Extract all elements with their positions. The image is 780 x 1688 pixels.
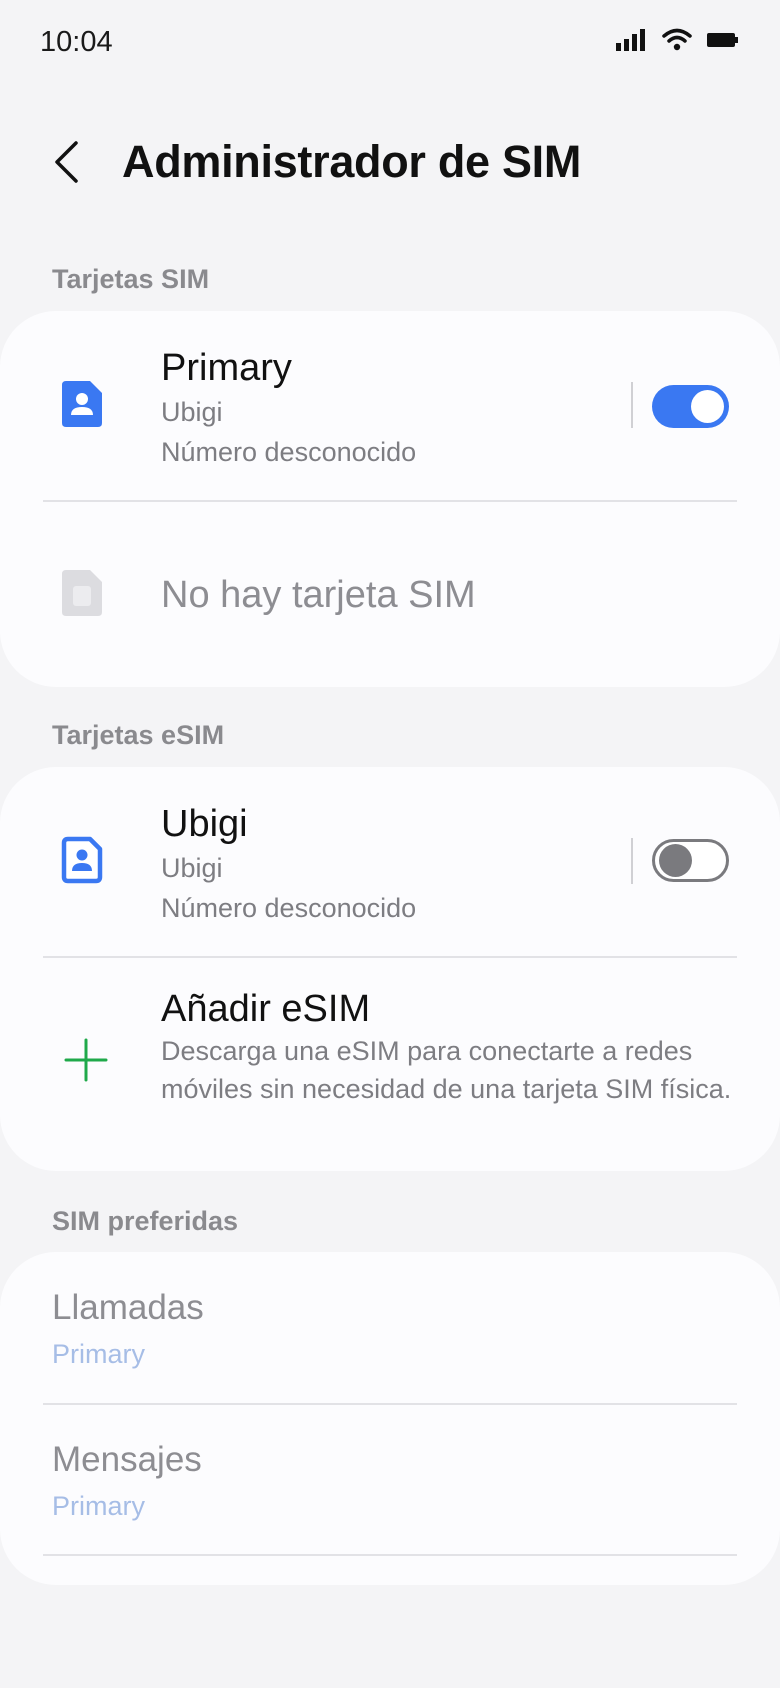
esim-ubigi-carrier: Ubigi (161, 853, 223, 883)
battery-icon (706, 30, 738, 55)
preferred-sim-card: Llamadas Primary Mensajes Primary (0, 1252, 780, 1585)
back-button[interactable] (40, 134, 94, 194)
divider (43, 1554, 737, 1556)
sim-card-empty-icon (60, 568, 108, 618)
esim-ubigi-number: Número desconocido (161, 893, 417, 923)
esim-cards-card: Ubigi Ubigi Número desconocido Añadir eS… (0, 767, 780, 1171)
add-esim-description: Descarga una eSIM para conectarte a rede… (161, 1036, 732, 1104)
esim-card-icon (58, 835, 106, 885)
vertical-separator (631, 382, 633, 428)
section-label-sim: Tarjetas SIM (52, 264, 210, 294)
sim-empty-title: No hay tarjeta SIM (161, 574, 476, 616)
signal-icon (616, 29, 648, 56)
vertical-separator (631, 838, 633, 884)
status-time: 10:04 (40, 26, 113, 58)
sim-primary-title: Primary (161, 347, 292, 389)
preferred-messages-title: Mensajes (52, 1440, 202, 1479)
toggle-knob (691, 390, 724, 423)
plus-icon (64, 1038, 112, 1088)
wifi-icon (662, 28, 692, 57)
esim-ubigi-title: Ubigi (161, 803, 248, 845)
add-esim-row[interactable]: Añadir eSIM Descarga una eSIM para conec… (0, 958, 780, 1171)
esim-ubigi-row[interactable]: Ubigi Ubigi Número desconocido (0, 767, 780, 957)
page-title: Administrador de SIM (122, 136, 582, 187)
status-icons (616, 28, 738, 57)
sim-empty-row: No hay tarjeta SIM (0, 502, 780, 687)
back-arrow-icon (52, 140, 82, 189)
sim-primary-row[interactable]: Primary Ubigi Número desconocido (0, 311, 780, 501)
status-bar: 10:04 (0, 0, 780, 88)
preferred-messages-row[interactable]: Mensajes Primary (0, 1405, 780, 1556)
sim-card-icon (58, 379, 106, 429)
section-label-esim: Tarjetas eSIM (52, 720, 225, 750)
preferred-calls-row[interactable]: Llamadas Primary (0, 1252, 780, 1403)
sim-primary-carrier: Ubigi (161, 397, 223, 427)
preferred-messages-value: Primary (52, 1491, 145, 1521)
preferred-calls-title: Llamadas (52, 1288, 204, 1327)
sim-cards-card: Primary Ubigi Número desconocido No hay … (0, 311, 780, 687)
preferred-calls-value: Primary (52, 1339, 145, 1369)
add-esim-title: Añadir eSIM (161, 988, 371, 1030)
sim-primary-toggle[interactable] (652, 385, 729, 428)
toggle-knob (659, 844, 692, 877)
app-header: Administrador de SIM (0, 110, 780, 220)
sim-primary-number: Número desconocido (161, 437, 417, 467)
esim-ubigi-toggle[interactable] (652, 839, 729, 882)
section-label-preferred: SIM preferidas (52, 1206, 239, 1236)
